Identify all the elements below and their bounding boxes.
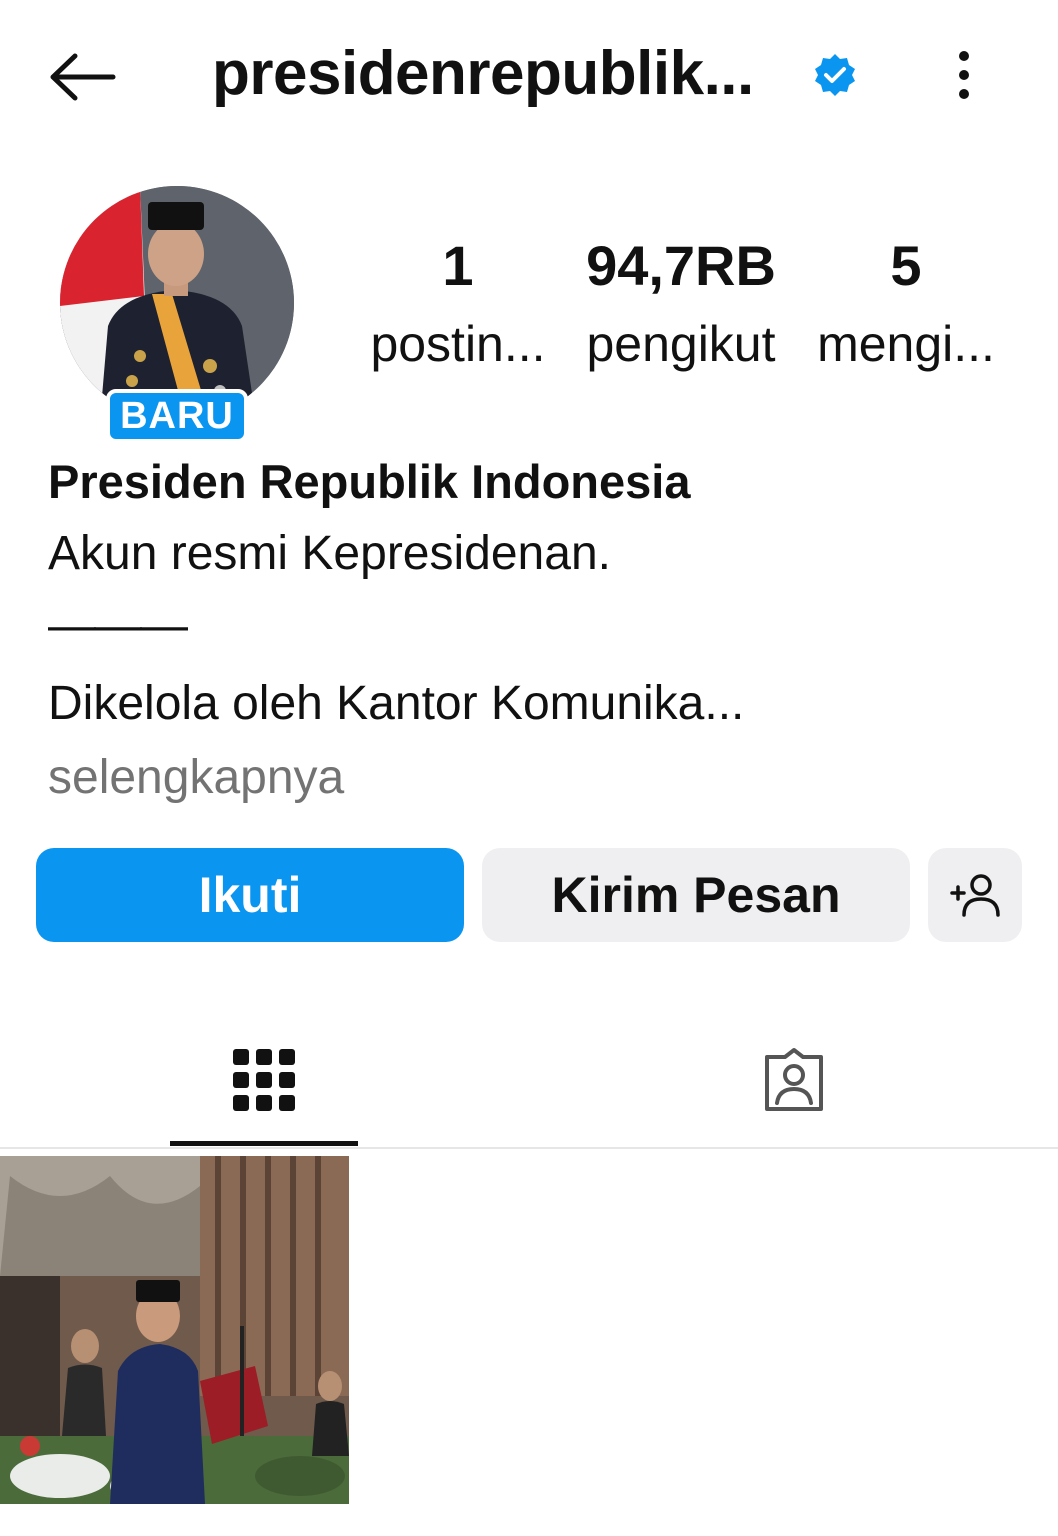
tab-posts-grid[interactable] [170, 1030, 358, 1130]
stat-posts-value: 1 [442, 234, 474, 297]
stat-following-label: mengi... [817, 316, 995, 372]
top-bar: presidenrepublik... [0, 0, 1058, 150]
follow-button[interactable]: Ikuti [36, 848, 464, 942]
profile-username: presidenrepublik... [212, 39, 754, 108]
active-tab-indicator [170, 1141, 358, 1146]
stat-posts[interactable]: 1 postin... [360, 236, 556, 374]
profile-avatar[interactable] [60, 186, 294, 420]
bio-line: Dikelola oleh Kantor Komunika... [48, 677, 745, 730]
bio-more-link[interactable]: selengkapnya [48, 750, 344, 805]
display-name: Presiden Republik Indonesia [48, 455, 691, 508]
grid-icon [233, 1049, 295, 1111]
more-vertical-icon [959, 51, 969, 99]
tab-tagged[interactable] [700, 1030, 888, 1130]
more-options-button[interactable] [932, 40, 996, 110]
stat-followers-label: pengikut [586, 316, 776, 372]
stat-following-value: 5 [890, 234, 922, 297]
avatar-image [60, 186, 294, 420]
verified-badge-icon [815, 54, 855, 96]
tagged-person-icon [765, 1048, 823, 1111]
stat-followers[interactable]: 94,7RB pengikut [570, 236, 792, 374]
add-person-icon [950, 874, 1000, 917]
stat-following[interactable]: 5 mengi... [806, 236, 1006, 374]
suggested-accounts-button[interactable] [928, 848, 1022, 942]
stat-followers-value: 94,7RB [586, 234, 776, 297]
post-thumbnail[interactable] [0, 1156, 349, 1504]
message-button[interactable]: Kirim Pesan [482, 848, 910, 942]
tab-divider [0, 1147, 1058, 1149]
arrow-left-icon [50, 53, 116, 101]
post-image [0, 1156, 349, 1504]
bio-divider: ——— [48, 599, 188, 652]
stat-posts-label: postin... [370, 316, 546, 372]
new-badge: BARU [106, 389, 248, 443]
back-button[interactable] [40, 45, 124, 109]
bio-line: Akun resmi Kepresidenan. [48, 527, 611, 580]
